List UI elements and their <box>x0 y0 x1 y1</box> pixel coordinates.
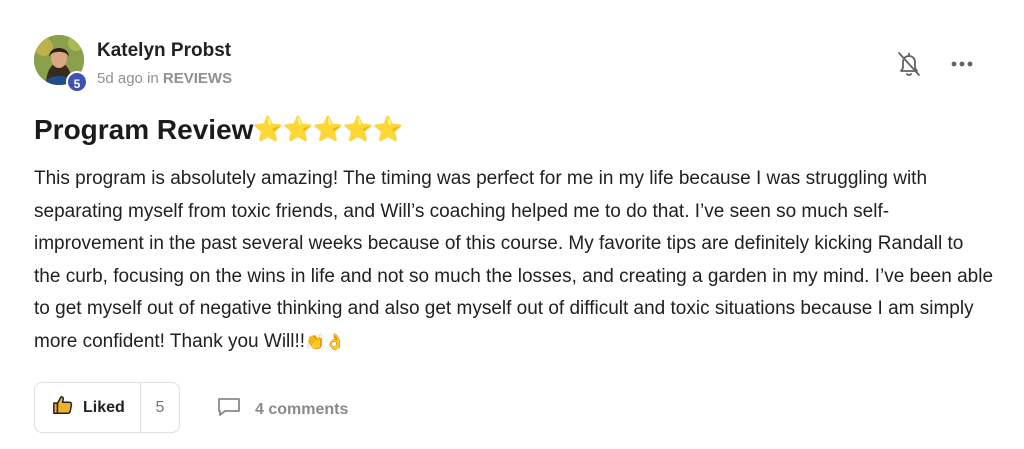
like-button[interactable]: Liked <box>35 383 141 432</box>
post-category-link[interactable]: REVIEWS <box>163 70 232 87</box>
rating-stars: ⭐⭐⭐⭐⭐ <box>253 115 403 143</box>
thumbs-up-icon <box>52 394 74 421</box>
meta-in-word: in <box>147 70 159 87</box>
comments-label: 4 comments <box>255 400 349 418</box>
post-card: 5 Katelyn Probst 5d ago in REVIEWS Progr… <box>0 0 1024 449</box>
post-meta: 5d ago in REVIEWS <box>97 70 232 87</box>
post-body-text: This program is absolutely amazing! The … <box>34 168 994 352</box>
post-title: Program Review⭐⭐⭐⭐⭐ <box>34 110 403 149</box>
level-badge: 5 <box>66 71 88 93</box>
bell-off-icon[interactable] <box>896 50 922 78</box>
comments-button[interactable]: 4 comments <box>216 396 348 423</box>
more-options-icon[interactable] <box>948 52 976 76</box>
post-body: This program is absolutely amazing! The … <box>34 163 994 358</box>
post-time: 5d ago <box>97 70 143 87</box>
post-title-text: Program Review <box>34 114 254 145</box>
author-avatar-wrap[interactable]: 5 <box>34 35 90 93</box>
body-emojis: 👏👌 <box>305 331 345 351</box>
like-count[interactable]: 5 <box>141 383 179 432</box>
like-label: Liked <box>83 398 125 416</box>
comment-icon <box>216 396 242 423</box>
like-control: Liked 5 <box>34 382 180 433</box>
author-name[interactable]: Katelyn Probst <box>97 40 231 62</box>
